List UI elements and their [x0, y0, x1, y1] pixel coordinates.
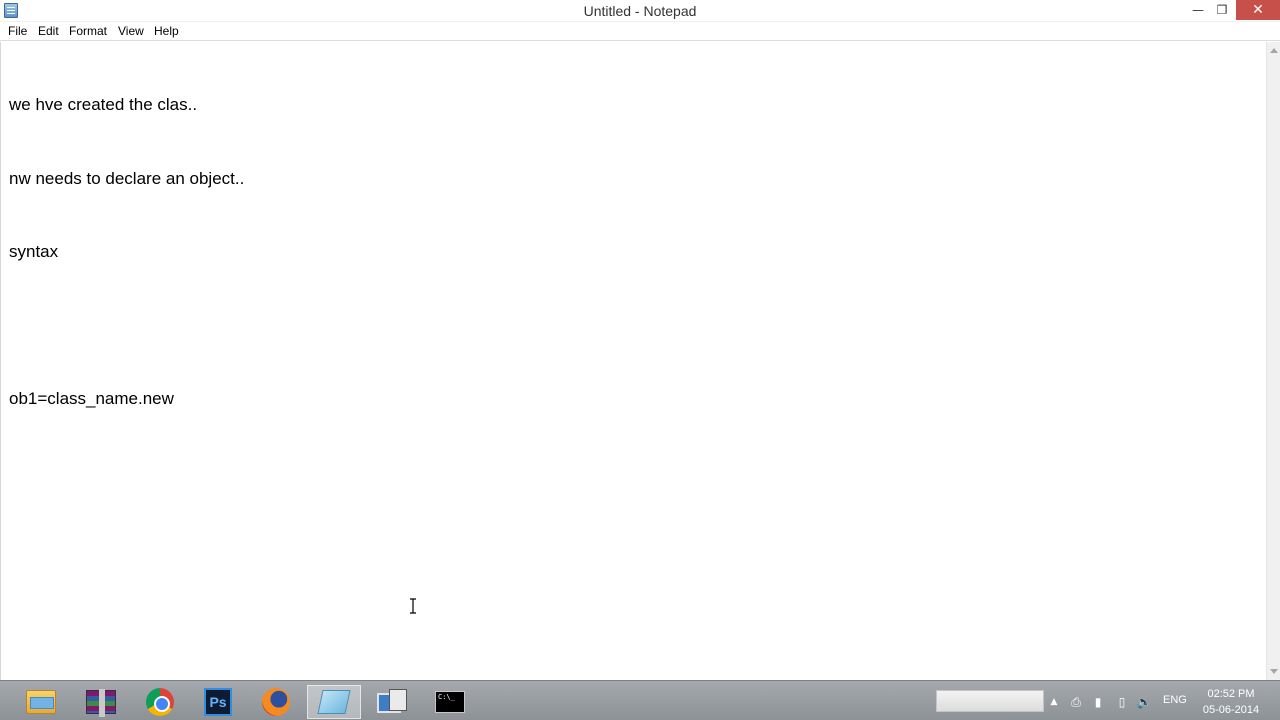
text-line	[9, 314, 1249, 339]
taskbar-notepad[interactable]	[307, 685, 361, 719]
menu-file[interactable]: File	[8, 24, 27, 38]
text-line: we hve created the clas..	[9, 95, 198, 114]
chrome-icon	[146, 688, 174, 716]
menu-view[interactable]: View	[118, 24, 144, 38]
show-hidden-icons-icon[interactable]: ▲	[1048, 694, 1060, 710]
language-indicator[interactable]: ENG	[1163, 694, 1187, 706]
notepad-icon	[317, 690, 351, 714]
vertical-scrollbar[interactable]	[1266, 42, 1280, 680]
taskbar-command-prompt[interactable]: C:\_	[423, 685, 477, 719]
scroll-down-icon[interactable]	[1270, 669, 1278, 674]
file-explorer-icon	[26, 690, 56, 714]
menu-format[interactable]: Format	[69, 24, 107, 38]
tray-toolbar-box[interactable]	[936, 690, 1044, 712]
remote-desktop-icon	[377, 689, 407, 715]
clock-date[interactable]: 05-06-2014	[1196, 704, 1266, 716]
winrar-icon	[86, 689, 116, 717]
taskbar-winrar[interactable]	[74, 685, 128, 719]
menu-edit[interactable]: Edit	[38, 24, 59, 38]
menu-bar: File Edit Format View Help	[0, 22, 1280, 41]
text-line: nw needs to declare an object..	[9, 168, 245, 188]
taskbar-photoshop[interactable]: Ps	[191, 685, 245, 719]
tray-app-icon[interactable]: ⎙	[1068, 694, 1084, 710]
photoshop-icon: Ps	[204, 688, 232, 716]
firefox-icon	[262, 688, 290, 716]
taskbar-remote-desktop[interactable]	[365, 685, 419, 719]
text-editor-area[interactable]: we hve created the clas.. nw needs to de…	[0, 42, 1266, 680]
title-bar: Untitled - Notepad — ❐ ✕	[0, 0, 1280, 22]
text-line: ob1=class_name.new	[9, 389, 174, 408]
window-title: Untitled - Notepad	[583, 3, 697, 19]
text-line: syntax	[9, 242, 59, 261]
restore-button[interactable]: ❐	[1208, 0, 1236, 20]
scroll-up-icon[interactable]	[1270, 48, 1278, 53]
taskbar-file-explorer[interactable]	[14, 685, 68, 719]
battery-icon[interactable]: ▯	[1116, 694, 1128, 710]
document-text[interactable]: we hve created the clas.. nw needs to de…	[9, 44, 1249, 461]
text-cursor-icon	[410, 598, 416, 614]
menu-help[interactable]: Help	[154, 24, 179, 38]
close-button[interactable]: ✕	[1236, 0, 1280, 20]
taskbar: Ps C:\_	[0, 680, 1280, 720]
volume-icon[interactable]: 🔈	[1136, 694, 1152, 710]
taskbar-chrome[interactable]	[133, 685, 187, 719]
network-icon[interactable]: ▮	[1090, 694, 1106, 710]
clock-time[interactable]: 02:52 PM	[1196, 688, 1266, 700]
taskbar-firefox[interactable]	[249, 685, 303, 719]
command-prompt-icon: C:\_	[435, 691, 465, 713]
